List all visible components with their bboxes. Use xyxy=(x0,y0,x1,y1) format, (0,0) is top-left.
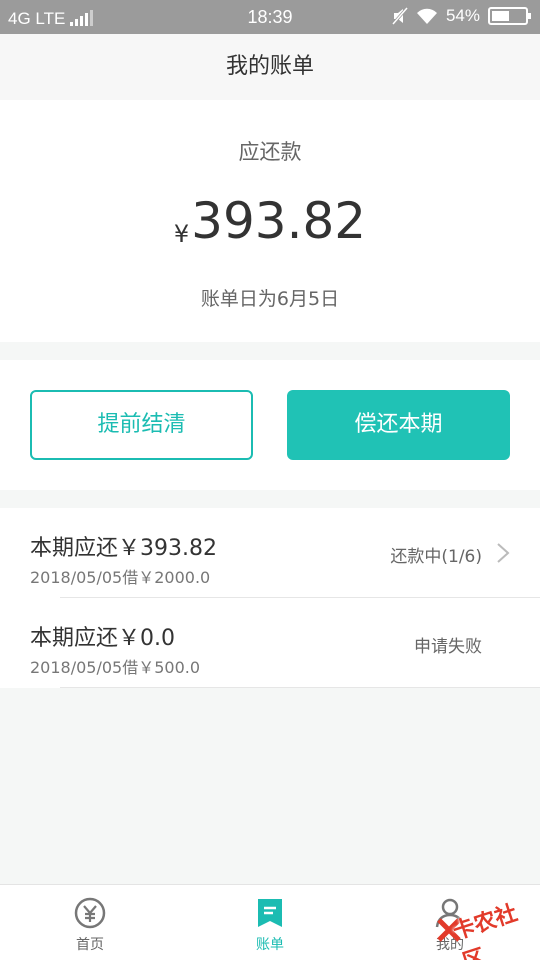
page-title: 我的账单 xyxy=(0,34,540,100)
amount-due-card: 应还款 ¥393.82 账单日为6月5日 xyxy=(0,100,540,342)
bill-title: 本期应还￥0.0 xyxy=(30,626,175,651)
wifi-icon xyxy=(416,8,437,24)
battery-icon xyxy=(488,7,531,25)
watermark-logo: 卡农社区 xyxy=(430,895,540,960)
battery-fill xyxy=(492,11,510,21)
settle-early-button[interactable]: 提前结清 xyxy=(30,390,253,460)
amount-due: ¥393.82 xyxy=(0,192,540,250)
mute-icon xyxy=(391,7,408,25)
chevron-right-icon xyxy=(497,543,510,563)
bill-day-text: 账单日为6月5日 xyxy=(200,288,340,310)
bill-status: 还款中(1/6) xyxy=(390,547,482,567)
amount-due-label: 应还款 xyxy=(238,140,302,164)
repay-current-button[interactable]: 偿还本期 xyxy=(287,390,510,460)
status-bar: 4G LTE 18:39 54% xyxy=(0,0,540,34)
currency-symbol: ¥ xyxy=(173,220,190,248)
watermark-text: 卡农社区 xyxy=(450,900,521,960)
tab-label: 首页 xyxy=(76,937,104,953)
tab-label: 账单 xyxy=(256,937,284,953)
bill-row[interactable]: 本期应还￥0.0 2018/05/05借￥500.0 申请失败 xyxy=(0,598,540,688)
bill-row[interactable]: 本期应还￥393.82 2018/05/05借￥2000.0 还款中(1/6) xyxy=(0,508,540,598)
bill-icon xyxy=(258,899,282,927)
tab-bills[interactable]: 账单 xyxy=(210,885,330,960)
bill-subtitle: 2018/05/05借￥2000.0 xyxy=(30,568,211,587)
system-indicators: 54% xyxy=(391,6,531,26)
yen-circle-icon xyxy=(74,897,106,929)
tab-home[interactable]: 首页 xyxy=(30,885,150,960)
battery-percent: 54% xyxy=(445,6,480,25)
bill-title: 本期应还￥393.82 xyxy=(30,536,217,561)
bill-subtitle: 2018/05/05借￥500.0 xyxy=(30,658,201,677)
bill-list: 本期应还￥393.82 2018/05/05借￥2000.0 还款中(1/6) … xyxy=(0,508,540,688)
action-panel: 提前结清 偿还本期 xyxy=(0,360,540,490)
amount-due-value: 393.82 xyxy=(191,192,367,250)
divider xyxy=(60,687,540,688)
bill-status: 申请失败 xyxy=(414,637,482,657)
